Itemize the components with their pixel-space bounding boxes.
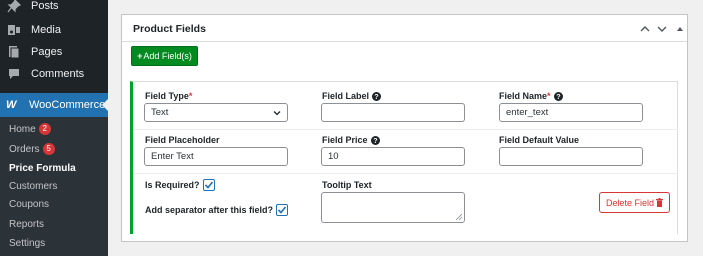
field-name-input[interactable]: enter_text: [499, 103, 643, 122]
submenu-item-label: Reports: [9, 218, 45, 230]
separator-checkbox[interactable]: [276, 204, 289, 216]
tooltip-text-label: Tooltip Text: [322, 180, 372, 190]
sidebar-item-posts[interactable]: Posts: [0, 0, 108, 18]
submenu-item-label: Home: [9, 123, 36, 135]
submenu-item-label: Coupons: [9, 198, 50, 210]
row-divider: [133, 173, 678, 174]
add-fields-label: Add Field(s): [143, 51, 192, 61]
sidebar-item-label: Comments: [31, 68, 85, 80]
toggle-panel-button[interactable]: [674, 22, 686, 34]
required-mark: *: [547, 91, 551, 101]
count-badge: 5: [42, 143, 55, 155]
submenu-item-reports[interactable]: Reports: [9, 216, 44, 232]
sidebar-item-label: WooCommerce: [29, 99, 106, 111]
sidebar-item-label: Pages: [31, 46, 63, 58]
required-mark: *: [188, 91, 193, 101]
help-icon[interactable]: ?: [372, 91, 382, 101]
tooltip-textarea[interactable]: [321, 192, 465, 223]
admin-sidebar: Posts Media Pages Comments W WooCommerce…: [0, 0, 109, 256]
submenu-item-customers[interactable]: Customers: [9, 178, 57, 194]
trash-icon: [656, 198, 664, 207]
field-placeholder-label: Field Placeholder: [145, 135, 220, 145]
chevron-up-icon: [640, 26, 650, 32]
submenu-item-orders[interactable]: Orders 5: [9, 141, 55, 157]
product-fields-panel: Product Fields + Add Field(s) Field Type…: [121, 14, 688, 242]
woocommerce-icon: W: [6, 99, 17, 111]
svg-text:?: ?: [373, 136, 377, 145]
move-down-button[interactable]: [656, 22, 668, 34]
is-required-checkbox[interactable]: [202, 179, 215, 191]
sidebar-item-media[interactable]: Media: [0, 18, 108, 42]
help-icon[interactable]: ?: [370, 135, 380, 145]
checkmark-icon: [277, 206, 287, 214]
svg-text:?: ?: [374, 92, 378, 101]
sidebar-item-label: Media: [31, 24, 61, 36]
submenu-item-coupons[interactable]: Coupons: [9, 196, 49, 212]
field-price-label: Field Price ?: [322, 135, 380, 145]
panel-header: Product Fields: [122, 15, 687, 42]
comment-icon: [7, 67, 21, 81]
submenu-item-home[interactable]: Home 2: [9, 121, 51, 137]
is-required-label: Is Required?: [145, 179, 215, 191]
plus-icon: +: [137, 51, 143, 61]
caret-up-icon: [677, 27, 683, 31]
media-icon: [7, 23, 21, 37]
chevron-down-icon: [273, 110, 281, 115]
count-badge: 2: [38, 123, 51, 135]
field-label-label: Field Label ?: [322, 91, 382, 101]
sidebar-item-woocommerce[interactable]: W WooCommerce: [0, 93, 109, 117]
label-text: Field Type: [145, 91, 189, 101]
field-type-select[interactable]: Text: [144, 103, 288, 122]
submenu-item-settings[interactable]: Settings: [9, 235, 45, 251]
label-text: Field Name: [499, 91, 548, 101]
label-text: Is Required?: [145, 180, 200, 190]
field-default-input[interactable]: [499, 147, 643, 166]
panel-title: Product Fields: [133, 23, 206, 35]
move-up-button[interactable]: [639, 22, 651, 34]
chevron-down-icon: [657, 26, 667, 32]
pin-icon: [7, 0, 22, 13]
submenu-item-price-formula[interactable]: Price Formula: [9, 160, 76, 176]
field-name-label: Field Name * ?: [499, 91, 563, 101]
label-text: Field Label: [322, 91, 370, 101]
help-icon[interactable]: ?: [553, 91, 563, 101]
select-value: Text: [151, 107, 169, 118]
checkmark-icon: [204, 181, 213, 189]
sidebar-item-pages[interactable]: Pages: [0, 40, 108, 64]
sidebar-item-label: Posts: [31, 0, 59, 12]
svg-text:?: ?: [556, 92, 560, 101]
field-price-input[interactable]: 10: [321, 147, 465, 166]
field-placeholder-input[interactable]: Enter Text: [144, 147, 288, 166]
delete-field-label: Delete Field: [605, 197, 655, 208]
add-fields-button[interactable]: + Add Field(s): [131, 46, 198, 66]
woocommerce-submenu: Home 2 Orders 5 Price Formula Customers …: [0, 117, 108, 256]
resize-handle-icon[interactable]: [456, 214, 462, 220]
submenu-item-label: Customers: [9, 180, 58, 192]
field-type-label: Field Type *: [145, 91, 192, 101]
field-label-input[interactable]: [321, 103, 465, 122]
submenu-item-label: Orders: [9, 143, 40, 155]
label-text: Add separator after this field?: [145, 205, 274, 215]
submenu-item-label: Settings: [9, 237, 46, 249]
field-default-label: Field Default Value: [499, 135, 580, 145]
pages-icon: [7, 45, 21, 59]
sidebar-item-comments[interactable]: Comments: [0, 62, 108, 86]
delete-field-button[interactable]: Delete Field: [599, 192, 670, 213]
row-divider: [133, 129, 678, 130]
label-text: Field Price: [322, 135, 368, 145]
separator-label: Add separator after this field?: [145, 204, 289, 216]
field-row: Field Type * Text Field Label ? Field Nam…: [130, 81, 678, 234]
current-menu-arrow: [102, 98, 109, 112]
submenu-item-label: Price Formula: [9, 162, 76, 174]
